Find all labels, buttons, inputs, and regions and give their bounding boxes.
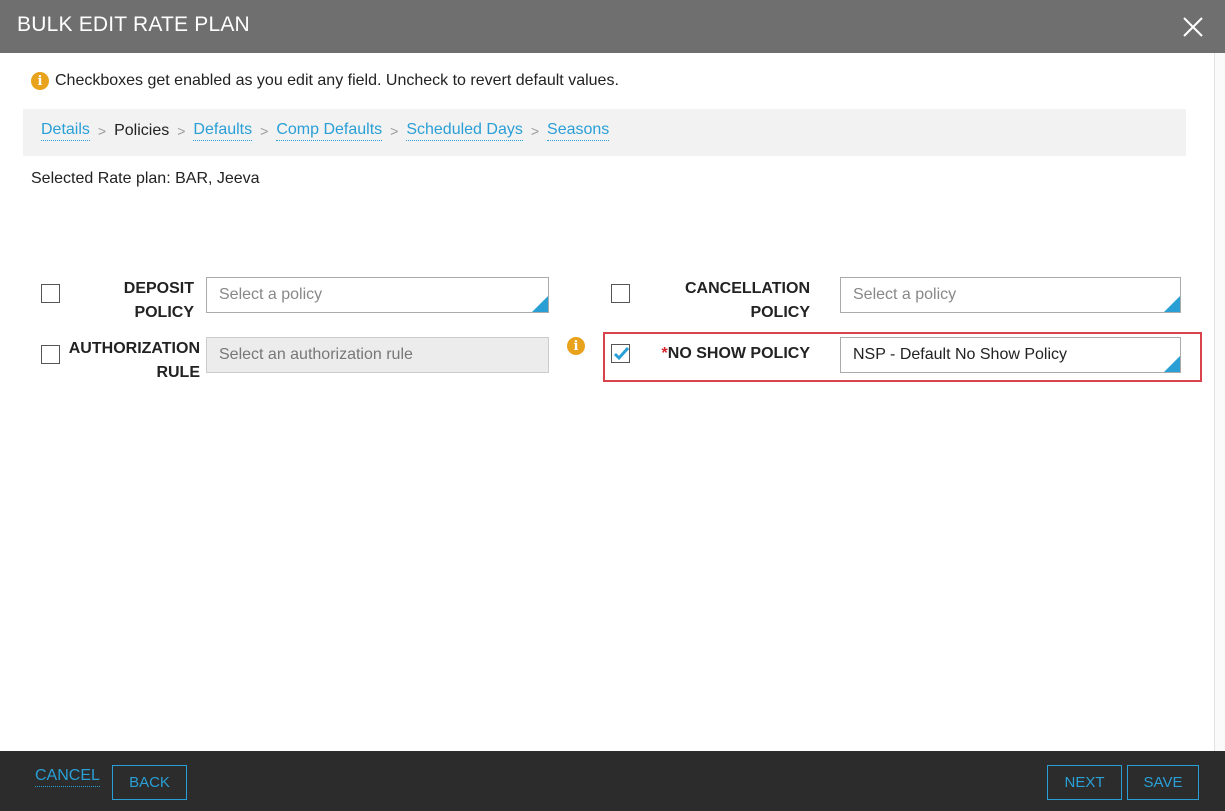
dialog-header: BULK EDIT RATE PLAN [0,0,1225,53]
info-icon: i [31,72,49,90]
info-icon[interactable]: i [567,337,585,355]
next-button[interactable]: NEXT [1047,765,1122,800]
no-show-policy-select[interactable]: NSP - Default No Show Policy [840,337,1181,373]
dropdown-corner-icon [1164,356,1180,372]
breadcrumb: Details > Policies > Defaults > Comp Def… [23,109,1186,156]
authorization-rule-label-line2: RULE [156,364,200,381]
crumb-separator: > [97,123,107,139]
cancellation-policy-label: CANCELLATION POLICY [640,277,810,325]
vertical-scrollbar[interactable] [1214,53,1225,751]
cancellation-policy-select[interactable]: Select a policy [840,277,1181,313]
authorization-rule-label-line1: AUTHORIZATION [68,340,200,357]
deposit-policy-label-line2: POLICY [134,304,194,321]
crumb-defaults[interactable]: Defaults [193,121,253,141]
dropdown-corner-icon [1164,296,1180,312]
cancellation-policy-label-line2: POLICY [750,304,810,321]
crumb-scheduled-days[interactable]: Scheduled Days [406,121,523,141]
crumb-details[interactable]: Details [41,121,90,141]
crumb-separator: > [390,123,399,139]
deposit-policy-select[interactable]: Select a policy [206,277,549,313]
deposit-policy-label-line1: DEPOSIT [123,280,194,297]
crumb-separator: > [260,123,269,139]
authorization-rule-label: AUTHORIZATION RULE [62,337,200,385]
crumb-seasons[interactable]: Seasons [547,121,610,141]
cancel-button[interactable]: CANCEL [35,767,100,787]
deposit-policy-placeholder: Select a policy [219,286,323,303]
crumb-separator: > [530,123,540,139]
no-show-policy-checkbox[interactable] [611,344,630,363]
close-icon[interactable] [1181,15,1205,39]
authorization-rule-placeholder: Select an authorization rule [219,346,413,363]
cancellation-policy-label-line1: CANCELLATION [684,280,810,297]
crumb-separator: > [177,123,186,139]
dropdown-corner-icon [532,296,548,312]
dialog-title: BULK EDIT RATE PLAN [17,13,250,36]
info-message: i Checkboxes get enabled as you edit any… [31,72,619,90]
authorization-rule-select: Select an authorization rule [206,337,549,373]
no-show-policy-value: NSP - Default No Show Policy [853,346,1068,363]
cancellation-policy-checkbox[interactable] [611,284,630,303]
crumb-comp-defaults[interactable]: Comp Defaults [276,121,383,141]
cancellation-policy-placeholder: Select a policy [853,286,957,303]
checkmark-icon [613,346,629,361]
back-button[interactable]: BACK [112,765,187,800]
no-show-policy-label: *NO SHOW POLICY [640,342,810,366]
selected-rate-plan: Selected Rate plan: BAR, Jeeva [31,170,260,187]
authorization-rule-checkbox[interactable] [41,345,60,364]
info-text: Checkboxes get enabled as you edit any f… [55,72,619,89]
save-button[interactable]: SAVE [1127,765,1199,800]
deposit-policy-label: DEPOSIT POLICY [70,277,194,325]
crumb-policies: Policies [114,122,170,139]
no-show-policy-label-text: NO SHOW POLICY [667,345,810,362]
deposit-policy-checkbox[interactable] [41,284,60,303]
